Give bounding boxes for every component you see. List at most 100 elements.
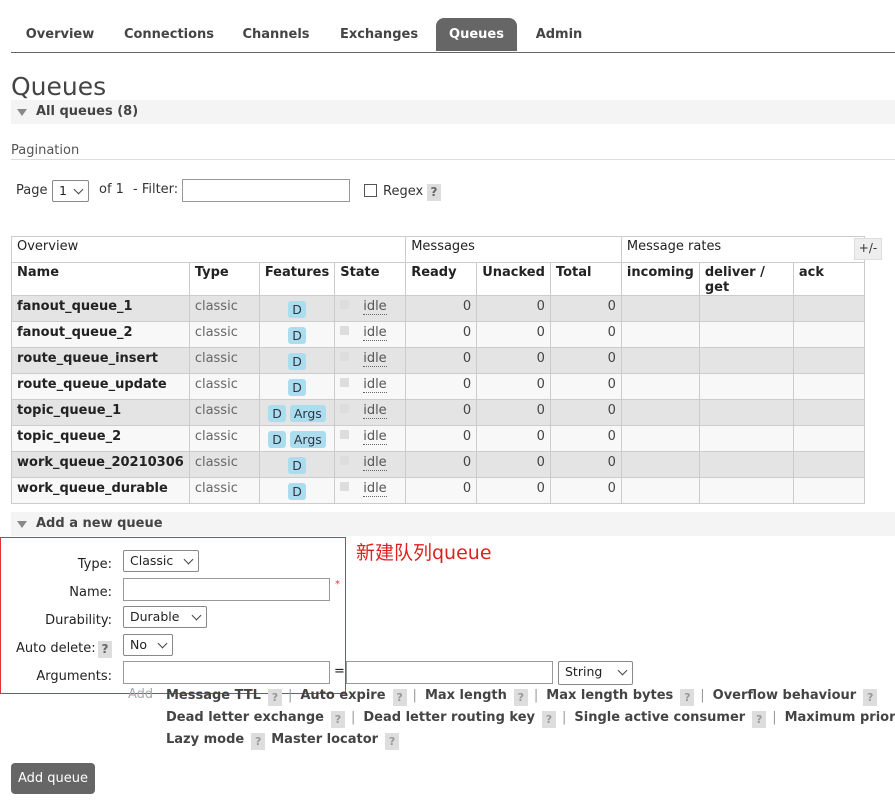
- argument-shortcut-link[interactable]: Message TTL: [166, 688, 261, 703]
- queue-name-input[interactable]: [123, 578, 330, 601]
- table-row[interactable]: work_queue_durable classic Didle 0 0 0: [11, 477, 865, 504]
- help-icon[interactable]: ?: [752, 711, 767, 728]
- column-header-unacked[interactable]: Unacked: [476, 262, 551, 296]
- help-icon[interactable]: ?: [541, 711, 556, 728]
- tab-exchanges[interactable]: Exchanges: [331, 18, 427, 51]
- tab-admin[interactable]: Admin: [526, 18, 592, 51]
- durable-badge: D: [268, 431, 286, 448]
- table-row[interactable]: work_queue_20210306 classic Didle 0 0 0: [11, 451, 865, 478]
- all-queues-section-toggle[interactable]: All queues (8): [11, 100, 895, 124]
- help-icon[interactable]: ?: [330, 711, 345, 728]
- queue-name-link[interactable]: work_queue_20210306: [11, 451, 190, 478]
- help-icon[interactable]: ?: [863, 689, 878, 706]
- column-header-deliver-get[interactable]: deliver / get: [698, 262, 794, 296]
- queue-name-link[interactable]: topic_queue_2: [11, 425, 190, 452]
- messages-unacked: 0: [476, 321, 551, 348]
- filter-input[interactable]: [182, 179, 350, 202]
- help-icon[interactable]: ?: [267, 689, 282, 706]
- messages-total: 0: [549, 321, 622, 348]
- tab-queues[interactable]: Queues: [436, 18, 517, 51]
- messages-ready: 0: [405, 373, 478, 400]
- messages-total: 0: [549, 451, 622, 478]
- column-header-ack[interactable]: ack: [792, 262, 865, 296]
- page-select[interactable]: 1: [52, 180, 89, 202]
- queue-name-link[interactable]: topic_queue_1: [11, 399, 190, 426]
- argument-shortcut-link[interactable]: Maximum priority: [785, 710, 895, 725]
- messages-unacked: 0: [476, 373, 551, 400]
- help-icon[interactable]: ?: [513, 689, 528, 706]
- argument-shortcut-link[interactable]: Max length: [425, 688, 507, 703]
- rate-deliver-get: [698, 477, 794, 504]
- rate-ack: [792, 451, 865, 478]
- queue-name-link[interactable]: fanout_queue_1: [11, 295, 190, 322]
- argument-key-input[interactable]: [123, 661, 330, 684]
- help-icon[interactable]: ?: [251, 733, 266, 750]
- column-header-features: Features: [258, 262, 336, 296]
- queue-name-link[interactable]: route_queue_update: [11, 373, 190, 400]
- argument-shortcut-link[interactable]: Master locator: [271, 732, 378, 747]
- queue-name-link[interactable]: route_queue_insert: [11, 347, 190, 374]
- argument-shortcut-link[interactable]: Overflow behaviour: [713, 688, 857, 703]
- tab-overview[interactable]: Overview: [11, 18, 109, 51]
- auto-delete-label: Auto delete:: [16, 641, 96, 656]
- add-queue-button[interactable]: Add queue: [11, 763, 95, 794]
- state-indicator-icon: [340, 326, 350, 335]
- queue-state: idle: [334, 295, 407, 322]
- queue-name-link[interactable]: work_queue_durable: [11, 477, 190, 504]
- argument-type-select[interactable]: String: [558, 661, 633, 685]
- argument-shortcut-link[interactable]: Lazy mode: [166, 732, 244, 747]
- column-header-ready[interactable]: Ready: [405, 262, 478, 296]
- argument-shortcut-link[interactable]: Single active consumer: [574, 710, 745, 725]
- table-row[interactable]: fanout_queue_2 classic Didle 0 0 0: [11, 321, 865, 348]
- tab-channels[interactable]: Channels: [233, 18, 319, 51]
- messages-total: 0: [549, 347, 622, 374]
- tab-connections[interactable]: Connections: [116, 18, 222, 51]
- argument-value-input[interactable]: [346, 661, 553, 684]
- auto-delete-select[interactable]: No: [123, 634, 173, 656]
- durable-badge: D: [288, 301, 306, 318]
- table-row[interactable]: topic_queue_2 classic D Args idle 0 0 0: [11, 425, 865, 452]
- annotation-text: 新建队列queue: [356, 542, 492, 564]
- help-icon[interactable]: ?: [392, 689, 407, 706]
- help-icon[interactable]: ?: [385, 733, 400, 750]
- messages-unacked: 0: [476, 295, 551, 322]
- table-row[interactable]: route_queue_insert classic Didle 0 0 0: [11, 347, 865, 374]
- queue-type: classic: [188, 321, 260, 348]
- equals-sign: =: [334, 664, 345, 679]
- add-argument-link[interactable]: Add: [128, 687, 153, 702]
- column-header-name[interactable]: Name: [11, 262, 190, 296]
- column-header-total[interactable]: Total: [549, 262, 622, 296]
- queue-name-link[interactable]: fanout_queue_2: [11, 321, 190, 348]
- rate-deliver-get: [698, 451, 794, 478]
- queue-features: D: [258, 477, 336, 504]
- regex-checkbox[interactable]: [364, 184, 377, 197]
- add-queue-section-toggle[interactable]: Add a new queue: [11, 512, 895, 536]
- column-toggle-button[interactable]: +/-: [854, 238, 882, 260]
- page-label: Page: [16, 183, 48, 198]
- help-icon[interactable]: ?: [680, 689, 695, 706]
- column-header-state[interactable]: State: [334, 262, 407, 296]
- argument-shortcut-link[interactable]: Dead letter exchange: [166, 710, 324, 725]
- queue-features: D: [258, 347, 336, 374]
- auto-delete-help-icon[interactable]: ?: [98, 641, 112, 658]
- durable-badge: D: [268, 405, 286, 422]
- type-select[interactable]: Classic: [123, 550, 199, 572]
- queue-state: idle: [334, 373, 407, 400]
- queue-state: idle: [334, 399, 407, 426]
- table-row[interactable]: fanout_queue_1 classic Didle 0 0 0: [11, 295, 865, 322]
- separator: |: [772, 710, 777, 725]
- queue-type: classic: [188, 295, 260, 322]
- column-header-type[interactable]: Type: [188, 262, 260, 296]
- regex-help-icon[interactable]: ?: [427, 184, 441, 201]
- table-row[interactable]: route_queue_update classic Didle 0 0 0: [11, 373, 865, 400]
- rate-incoming: [620, 347, 700, 374]
- type-select-value: Classic: [130, 553, 174, 568]
- column-header-incoming[interactable]: incoming: [620, 262, 700, 296]
- messages-ready: 0: [405, 399, 478, 426]
- state-label: idle: [363, 377, 387, 393]
- argument-shortcut-link[interactable]: Max length bytes: [546, 688, 673, 703]
- table-row[interactable]: topic_queue_1 classic D Args idle 0 0 0: [11, 399, 865, 426]
- argument-shortcut-link[interactable]: Auto expire: [300, 688, 385, 703]
- durability-select[interactable]: Durable: [123, 606, 207, 628]
- argument-shortcut-link[interactable]: Dead letter routing key: [363, 710, 535, 725]
